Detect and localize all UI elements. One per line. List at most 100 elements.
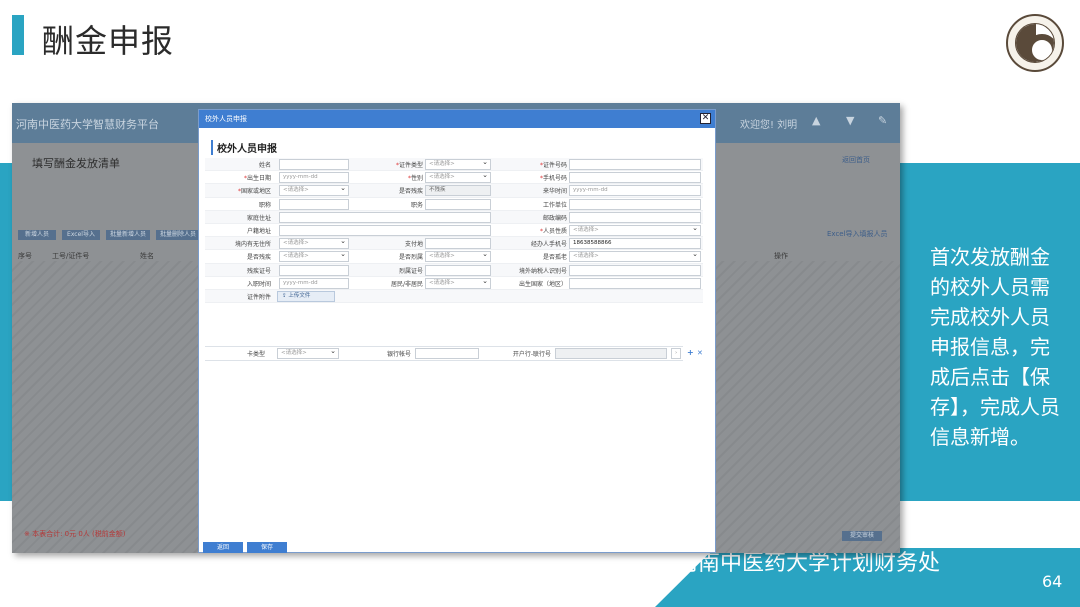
field-input[interactable] — [279, 211, 491, 223]
field-label-text: 职称 — [258, 201, 271, 209]
branch-picker-icon[interactable]: › — [671, 348, 681, 359]
field-input[interactable] — [279, 224, 491, 236]
field-label-text: 是否孤老 — [542, 254, 567, 262]
field-label-text: 家庭住址 — [246, 214, 271, 222]
field-label: 残疾证号 — [205, 266, 271, 275]
card-type-select[interactable]: <请选择> — [277, 348, 339, 359]
field-input[interactable] — [569, 159, 701, 170]
total-warning: ※ 本表合计: 0元 0人 (税前金额) — [24, 530, 126, 538]
field-select[interactable]: <请选择> — [425, 172, 491, 184]
field-label-text: 出生国家（地区） — [518, 280, 567, 288]
field-label: *证件类型 — [345, 160, 423, 169]
field-input[interactable] — [569, 198, 701, 210]
field-label: 户籍地址 — [205, 226, 271, 235]
user-icon[interactable]: ▲ — [812, 114, 824, 127]
field-label-text: 是否残疾 — [246, 254, 271, 262]
field-label: 境外纳税人识别号 — [497, 266, 567, 275]
close-icon[interactable]: ✕ — [700, 113, 711, 124]
field-label: 居民/非居民 — [345, 279, 423, 288]
dialog-titlebar — [199, 110, 715, 128]
field-input[interactable] — [569, 172, 701, 184]
field-input[interactable] — [279, 264, 349, 276]
remove-bank-icon[interactable]: ✕ — [697, 349, 703, 357]
field-label-text: 手机号码 — [542, 175, 567, 183]
bell-icon[interactable]: ▼ — [846, 114, 858, 127]
field-select[interactable]: <请选择> — [569, 224, 701, 236]
excel-import-link[interactable]: Excel导入填报人员 — [827, 229, 888, 239]
field-label: 烈属证号 — [345, 266, 423, 275]
field-label-text: 出生日期 — [246, 175, 271, 183]
save-button[interactable]: 保存 — [247, 542, 287, 553]
field-input[interactable] — [279, 159, 349, 170]
branch-input[interactable] — [555, 348, 667, 359]
submit-button[interactable]: 提交审核 — [842, 531, 882, 541]
user-greeting[interactable]: 欢迎您! 刘明 — [740, 116, 797, 131]
field-input[interactable]: yyyy-mm-dd — [279, 172, 349, 184]
field-input[interactable] — [279, 198, 349, 210]
card-type-label: 卡类型 — [246, 351, 265, 358]
field-label: 境内有无住所 — [205, 239, 271, 248]
batch-delete-button[interactable]: 批量删除人员 — [156, 230, 200, 240]
field-input[interactable] — [569, 211, 701, 223]
title-accent-bar — [12, 15, 24, 55]
field-input[interactable]: yyyy-mm-dd — [569, 185, 701, 197]
account-input[interactable] — [415, 348, 479, 359]
field-input[interactable]: 不残疾 — [425, 185, 491, 197]
field-label-text: 邮政编码 — [542, 214, 567, 222]
form-row: *出生日期 yyyy-mm-dd*性别<请选择> *手机号码 — [205, 171, 703, 185]
col-action: 操作 — [774, 252, 788, 260]
field-select[interactable]: <请选择> — [425, 277, 491, 289]
field-select[interactable]: <请选择> — [425, 159, 491, 170]
field-label-text: 境内有无住所 — [234, 241, 271, 249]
add-bank-icon[interactable]: + — [687, 348, 694, 357]
taiji-icon — [1015, 23, 1055, 63]
field-input[interactable] — [569, 277, 701, 289]
field-label-text: 烈属证号 — [398, 267, 423, 275]
field-select[interactable]: <请选择> — [425, 251, 491, 263]
field-label: 工作单位 — [497, 200, 567, 209]
field-select[interactable]: <请选择> — [279, 238, 349, 250]
field-input[interactable] — [425, 198, 491, 210]
form-row: 户籍地址 *人员性质 <请选择> — [205, 224, 703, 238]
field-label-text: 姓名 — [258, 162, 271, 169]
field-label: 邮政编码 — [497, 213, 567, 222]
upload-button[interactable]: ⇪ 上传文件 — [277, 290, 335, 302]
attachment-row: 证件附件 ⇪ 上传文件 — [205, 289, 703, 304]
field-label: 支付地 — [345, 239, 423, 248]
field-label: 来华时间 — [497, 186, 567, 195]
back-button[interactable]: 返回 — [203, 542, 243, 553]
field-label: *出生日期 — [205, 173, 271, 182]
field-label-text: 来华时间 — [542, 188, 567, 196]
col-name: 姓名 — [140, 252, 154, 260]
person-dialog: 校外人员申报 ✕ 校外人员申报 姓名*证件类型<请选择>*证件号码*出生日期yy… — [198, 109, 716, 553]
field-label: 姓名 — [205, 160, 271, 169]
side-description: 首次发放酬金的校外人员需完成校外人员申报信息，完成后点击【保存】，完成人员信息新… — [930, 245, 1060, 449]
field-label: 是否残疾 — [205, 252, 271, 261]
field-input[interactable] — [425, 238, 491, 250]
field-label-text: 经办人手机号 — [530, 241, 567, 249]
add-person-button[interactable]: 新增人员 — [18, 230, 56, 240]
field-label-text: 职务 — [410, 201, 423, 209]
field-input[interactable]: yyyy-mm-dd — [279, 277, 349, 289]
field-label-text: 户籍地址 — [246, 227, 271, 235]
field-label: 职称 — [205, 200, 271, 209]
field-label-text: 性别 — [410, 175, 423, 183]
bank-row: 卡类型 <请选择> 银行帐号 开户行-联行号 › — [205, 346, 683, 361]
field-label-text: 人员性质 — [542, 227, 567, 235]
form-row: 职称 职务 工作单位 — [205, 198, 703, 211]
home-link[interactable]: 返回首页 — [842, 155, 870, 165]
excel-import-button[interactable]: Excel导入 — [62, 230, 100, 240]
field-select[interactable]: <请选择> — [569, 251, 701, 263]
field-input[interactable] — [425, 264, 491, 276]
field-label: 经办人手机号 — [497, 239, 567, 248]
edit-icon[interactable]: ✎ — [878, 114, 890, 127]
field-input[interactable] — [569, 264, 701, 276]
field-select[interactable]: <请选择> — [279, 251, 349, 263]
field-select[interactable]: <请选择> — [279, 185, 349, 197]
field-label: 出生国家（地区） — [497, 279, 567, 288]
slide-title: 酬金申报 — [42, 22, 175, 60]
batch-add-button[interactable]: 批量新增人员 — [106, 230, 150, 240]
dialog-title: 校外人员申报 — [205, 115, 247, 123]
field-label: 是否孤老 — [497, 252, 567, 261]
field-input[interactable]: 18638588866 — [569, 238, 701, 250]
